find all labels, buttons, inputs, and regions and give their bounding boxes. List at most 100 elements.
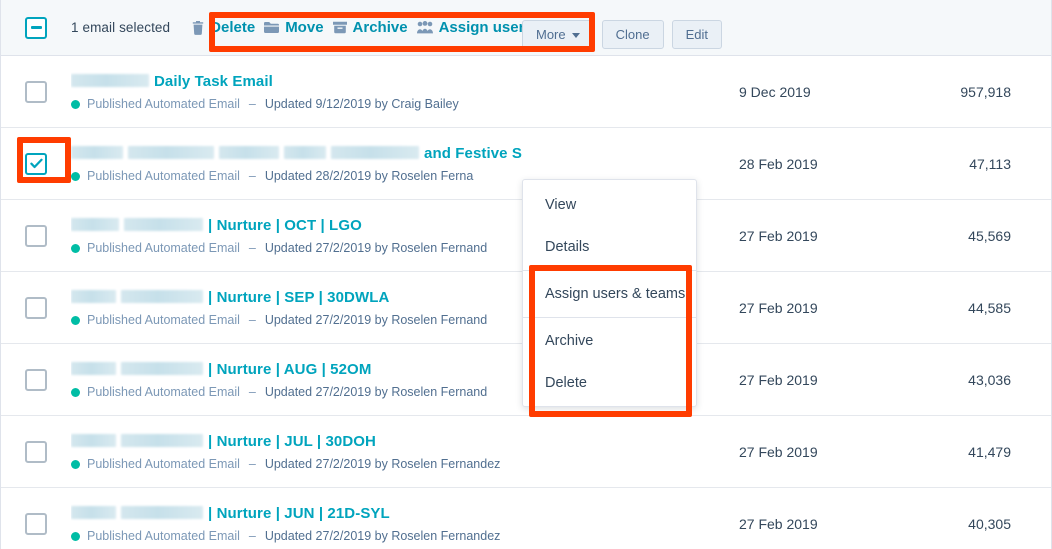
folder-icon (264, 21, 280, 34)
bulk-move-label: Move (285, 19, 324, 36)
redacted-text (71, 74, 149, 87)
table-row[interactable]: | Nurture | JUN | 21D-SYL Published Auto… (1, 488, 1051, 549)
email-title-line: Daily Task Email (71, 72, 711, 92)
email-count-cell: 44,585 (968, 299, 1011, 316)
row-checkbox[interactable] (25, 368, 47, 391)
status-dot-icon (71, 171, 80, 181)
status-dot-icon (71, 315, 80, 325)
row-checkbox-cell[interactable] (1, 440, 71, 463)
row-checkbox-cell[interactable] (1, 224, 71, 247)
email-meta-line: Published Automated Email – Updated 9/12… (71, 97, 711, 111)
updated-label: Updated 27/2/2019 by Roselen Fernand (264, 241, 488, 255)
status-dot-icon (71, 99, 80, 109)
redacted-text (121, 362, 203, 375)
email-count-cell: 43,036 (968, 371, 1011, 388)
bulk-move-action[interactable]: Move (264, 19, 324, 36)
more-button[interactable]: More (522, 20, 594, 49)
email-list-table: 1 email selected Delete Move Archive Ass… (0, 0, 1052, 549)
menu-divider (523, 270, 696, 271)
row-checkbox[interactable] (25, 440, 47, 463)
redacted-text (284, 146, 326, 159)
email-name-cell: and Festive S Published Automated Email … (71, 144, 721, 183)
selected-count-label: 1 email selected (71, 20, 171, 35)
menu-item-archive[interactable]: Archive (523, 320, 696, 362)
menu-item-assign-users-teams[interactable]: Assign users & teams (523, 273, 696, 315)
email-date-cell: 27 Feb 2019 (739, 443, 818, 460)
bulk-delete-label: Delete (210, 19, 256, 36)
email-title-link[interactable]: | Nurture | JUL | 30DOH (208, 432, 376, 452)
more-button-label: More (536, 27, 566, 42)
meta-separator: – (248, 385, 256, 399)
email-count-cell: 45,569 (968, 227, 1011, 244)
edit-button[interactable]: Edit (671, 20, 722, 49)
row-checkbox[interactable] (25, 296, 47, 319)
email-title-link[interactable]: | Nurture | JUN | 21D-SYL (208, 504, 390, 524)
clone-button[interactable]: Clone (601, 20, 664, 49)
status-dot-icon (71, 459, 80, 469)
updated-label: Updated 28/2/2019 by Roselen Ferna (264, 169, 474, 183)
row-checkbox-cell[interactable] (1, 296, 71, 319)
status-label: Published Automated Email (87, 529, 240, 543)
menu-item-delete[interactable]: Delete (523, 362, 696, 404)
table-row[interactable]: | Nurture | JUL | 30DOH Published Automa… (1, 416, 1051, 488)
row-checkbox-cell[interactable] (1, 368, 71, 391)
status-label: Published Automated Email (87, 385, 240, 399)
meta-separator: – (248, 241, 256, 255)
meta-separator: – (248, 313, 256, 327)
row-checkbox[interactable] (25, 512, 47, 535)
email-title-line: | Nurture | JUL | 30DOH (71, 432, 711, 452)
email-count-cell: 40,305 (968, 515, 1011, 532)
redacted-text (128, 146, 214, 159)
redacted-text (121, 290, 203, 303)
redacted-text (71, 362, 116, 375)
meta-separator: – (248, 97, 256, 111)
email-date-cell: 27 Feb 2019 (739, 227, 818, 244)
table-row[interactable]: Daily Task Email Published Automated Ema… (1, 56, 1051, 128)
email-count-cell: 41,479 (968, 443, 1011, 460)
meta-separator: – (248, 529, 256, 543)
redacted-text (71, 434, 116, 447)
menu-item-details[interactable]: Details (523, 226, 696, 268)
row-checkbox-cell[interactable] (1, 80, 71, 103)
email-count-cell: 47,113 (969, 155, 1011, 172)
menu-item-view[interactable]: View (523, 184, 696, 226)
redacted-text (71, 146, 123, 159)
status-dot-icon (71, 531, 80, 541)
more-dropdown-menu: View Details Assign users & teams Archiv… (522, 179, 697, 407)
email-title-line: | Nurture | JUN | 21D-SYL (71, 504, 711, 524)
status-dot-icon (71, 243, 80, 253)
status-label: Published Automated Email (87, 97, 240, 111)
email-title-link[interactable]: Daily Task Email (154, 72, 273, 92)
updated-label: Updated 9/12/2019 by Craig Bailey (264, 97, 459, 111)
select-all-checkbox-cell[interactable] (1, 16, 71, 39)
row-checkbox-cell[interactable] (1, 152, 71, 175)
redacted-text (219, 146, 279, 159)
email-date-cell: 28 Feb 2019 (739, 155, 818, 172)
email-name-cell: | Nurture | JUN | 21D-SYL Published Auto… (71, 504, 721, 543)
select-all-checkbox[interactable] (25, 16, 47, 39)
bulk-archive-action[interactable]: Archive (332, 19, 408, 36)
email-date-cell: 27 Feb 2019 (739, 515, 818, 532)
row-checkbox[interactable] (25, 80, 47, 103)
email-title-link[interactable]: | Nurture | AUG | 52OM (208, 360, 371, 380)
meta-separator: – (248, 457, 256, 471)
redacted-text (71, 290, 116, 303)
email-title-link[interactable]: | Nurture | OCT | LGO (208, 216, 362, 236)
redacted-text (121, 506, 203, 519)
email-title-link[interactable]: | Nurture | SEP | 30DWLA (208, 288, 389, 308)
email-title-link[interactable]: and Festive S (424, 144, 522, 164)
updated-label: Updated 27/2/2019 by Roselen Fernandez (264, 457, 501, 471)
users-icon (416, 21, 433, 34)
archive-box-icon (332, 21, 347, 34)
row-checkbox[interactable] (25, 152, 47, 175)
row-action-buttons: More Clone Edit (522, 20, 722, 49)
status-label: Published Automated Email (87, 169, 240, 183)
redacted-text (121, 434, 203, 447)
email-date-cell: 9 Dec 2019 (739, 83, 811, 100)
redacted-text (71, 218, 119, 231)
row-checkbox[interactable] (25, 224, 47, 247)
bulk-delete-action[interactable]: Delete (192, 19, 255, 36)
email-title-line: and Festive S (71, 144, 711, 164)
email-count-cell: 957,918 (960, 83, 1011, 100)
row-checkbox-cell[interactable] (1, 512, 71, 535)
